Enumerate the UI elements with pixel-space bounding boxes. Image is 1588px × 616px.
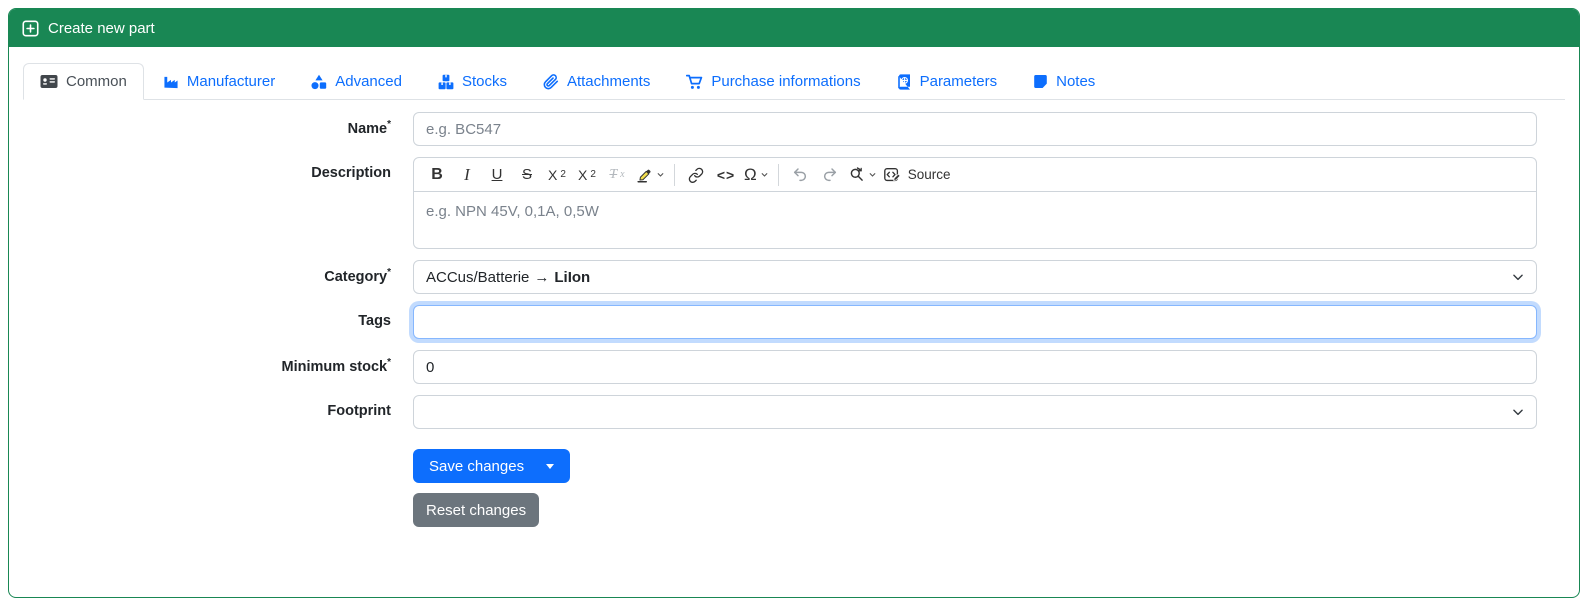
rich-text-editor: B I U S X2 X2 Tx <> Ω Source e.g. NPN 45… — [413, 157, 1537, 249]
required-mark: * — [387, 357, 391, 368]
footprint-label: Footprint — [327, 403, 391, 419]
book-atlas-icon — [897, 73, 912, 90]
editor-toolbar: B I U S X2 X2 Tx <> Ω Source — [414, 158, 1536, 192]
id-card-icon — [40, 74, 58, 89]
page-title: Create new part — [48, 19, 155, 37]
tab-label: Stocks — [461, 73, 507, 90]
factory-icon — [163, 74, 179, 89]
inline-code-button[interactable]: <> — [711, 161, 741, 189]
tab-label: Attachments — [566, 73, 651, 90]
subscript-button[interactable]: X2 — [542, 161, 572, 189]
minimum-stock-input[interactable] — [413, 350, 1537, 384]
tab-attachments[interactable]: Attachments — [526, 63, 667, 100]
toolbar-separator — [674, 163, 675, 186]
tab-label: Manufacturer — [186, 73, 276, 90]
save-button[interactable]: Save changes — [413, 449, 571, 483]
tab-advanced[interactable]: Advanced — [294, 63, 419, 100]
reset-row: Reset changes — [31, 493, 1537, 527]
tags-input[interactable] — [413, 305, 1537, 339]
special-characters-dropdown-button[interactable]: Ω — [741, 161, 772, 189]
chevron-down-icon — [868, 170, 877, 179]
tab-label: Notes — [1056, 73, 1096, 90]
toolbar-separator — [777, 163, 779, 186]
category-row: Category* ACCus/Batterie → LiIon — [31, 260, 1537, 294]
tab-label: Parameters — [919, 73, 998, 90]
bold-button[interactable]: B — [422, 161, 452, 189]
caret-down-icon — [546, 463, 555, 469]
category-label: Category* — [324, 267, 391, 285]
paperclip-icon — [543, 73, 559, 90]
tab-parameters[interactable]: Parameters — [880, 63, 1015, 100]
tags-label: Tags — [358, 313, 391, 329]
tab-stocks[interactable]: Stocks — [421, 63, 524, 100]
tab-notes[interactable]: Notes — [1016, 63, 1112, 100]
tab-label: Advanced — [335, 73, 402, 90]
sticky-note-icon — [1033, 74, 1048, 89]
description-label: Description — [311, 165, 391, 181]
category-path: ACCus/Batterie — [426, 268, 530, 286]
highlight-dropdown-button[interactable] — [632, 161, 668, 189]
boxes-stacked-icon — [438, 74, 454, 90]
name-row: Name* — [31, 112, 1537, 146]
name-input[interactable] — [413, 112, 1537, 146]
italic-button[interactable]: I — [452, 161, 482, 189]
tags-row: Tags — [31, 305, 1537, 339]
category-arrow: → — [534, 268, 550, 286]
find-replace-dropdown-button[interactable] — [845, 161, 880, 189]
redo-button[interactable] — [815, 161, 845, 189]
description-editor-area[interactable]: e.g. NPN 45V, 0,1A, 0,5W — [414, 192, 1536, 248]
plus-square-icon — [22, 19, 39, 37]
minimum-stock-row: Minimum stock* — [31, 350, 1537, 384]
shopping-cart-icon — [686, 74, 703, 90]
superscript-button[interactable]: X2 — [572, 161, 602, 189]
tab-label: Common — [66, 73, 127, 90]
tab-label: Purchase informations — [711, 73, 861, 90]
category-select[interactable]: ACCus/Batterie → LiIon — [413, 260, 1537, 294]
highlight-marker-icon — [635, 166, 653, 184]
save-row: Save changes — [31, 449, 1537, 483]
remove-format-button[interactable]: Tx — [602, 161, 632, 189]
undo-button[interactable] — [785, 161, 815, 189]
description-row: Description B I U S X2 X2 T x <> Ω Sourc… — [31, 157, 1537, 249]
reset-button[interactable]: Reset changes — [413, 493, 540, 527]
tab-common[interactable]: Common — [23, 63, 144, 100]
tab-bar: Common Manufacturer Advanced Stocks Atta… — [23, 63, 1565, 100]
card-header: Create new part — [9, 9, 1579, 47]
minimum-stock-label: Minimum stock* — [281, 357, 391, 375]
footprint-select[interactable] — [413, 395, 1537, 429]
source-label: Source — [907, 167, 951, 182]
create-part-card: Create new part Common Manufacturer Adva… — [8, 8, 1580, 598]
required-mark: * — [387, 119, 391, 130]
shapes-icon — [311, 74, 327, 90]
find-replace-icon — [848, 166, 865, 183]
chevron-down-icon — [656, 170, 665, 179]
tab-purchase-informations[interactable]: Purchase informations — [669, 63, 877, 100]
required-mark: * — [387, 267, 391, 278]
source-code-icon — [883, 166, 901, 184]
name-label: Name* — [347, 119, 391, 137]
description-placeholder: e.g. NPN 45V, 0,1A, 0,5W — [426, 203, 599, 220]
strikethrough-button[interactable]: S — [512, 161, 542, 189]
underline-button[interactable]: U — [482, 161, 512, 189]
chevron-down-icon — [760, 170, 769, 179]
link-button[interactable] — [681, 161, 711, 189]
tab-manufacturer[interactable]: Manufacturer — [146, 63, 292, 100]
category-selected: LiIon — [554, 268, 591, 286]
source-button[interactable]: Source — [880, 161, 954, 189]
footprint-row: Footprint — [31, 395, 1537, 429]
